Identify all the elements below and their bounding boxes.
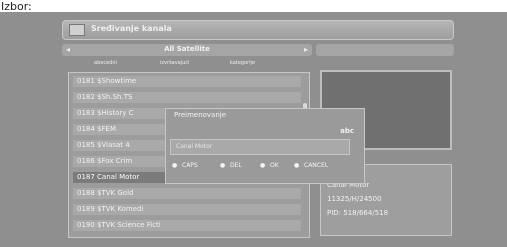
- ok-key[interactable]: OK: [270, 162, 279, 169]
- chevron-right-icon[interactable]: ▸: [304, 45, 308, 54]
- title-bar: Sređivanje kanala: [62, 20, 454, 40]
- list-item[interactable]: 0190 $TVK Science Ficti: [73, 220, 301, 231]
- satellite-label: All Satellite: [164, 45, 210, 53]
- input-mode[interactable]: abc: [340, 127, 354, 135]
- cancel-key-icon: ●: [294, 162, 300, 169]
- channel-frequency: 11325/H/24500: [327, 195, 382, 203]
- sort-category[interactable]: kategorije: [230, 60, 255, 66]
- del-key[interactable]: DEL: [230, 162, 242, 169]
- caps-key[interactable]: CAPS: [182, 162, 198, 169]
- preview-header: [316, 44, 454, 56]
- rename-input[interactable]: Canal Motor: [170, 139, 350, 155]
- window-title: Sređivanje kanala: [91, 24, 172, 33]
- sort-alpha[interactable]: abecedni: [94, 60, 117, 66]
- caps-key-icon: ●: [172, 162, 178, 169]
- tv-screen: Sređivanje kanala ◂ All Satellite ▸ abec…: [0, 12, 507, 247]
- list-item[interactable]: 0182 $Sh.Sh.TS: [73, 92, 301, 103]
- satellite-tab-bar[interactable]: ◂ All Satellite ▸: [62, 44, 312, 56]
- cancel-key[interactable]: CANCEL: [304, 162, 328, 169]
- dialog-title: Preimenovanje: [174, 111, 227, 119]
- dialog-key-legend: ● CAPS ● DEL ● OK ● CANCEL: [172, 162, 362, 172]
- list-item[interactable]: 0188 $TVK Gold: [73, 188, 301, 199]
- list-item[interactable]: 0181 $Showtime: [73, 76, 301, 87]
- rename-dialog: Preimenovanje abc Canal Motor ● CAPS ● D…: [165, 108, 365, 184]
- sort-exec[interactable]: izvršavajući: [160, 60, 189, 66]
- ok-key-icon: ●: [260, 162, 266, 169]
- tv-list-icon: [69, 24, 85, 36]
- sort-subheaders: abecedni izvršavajući kategorije: [62, 58, 312, 70]
- list-item[interactable]: 0189 $TVK Komedi: [73, 204, 301, 215]
- del-key-icon: ●: [220, 162, 226, 169]
- channel-pid: PID: 518/664/518: [327, 209, 389, 217]
